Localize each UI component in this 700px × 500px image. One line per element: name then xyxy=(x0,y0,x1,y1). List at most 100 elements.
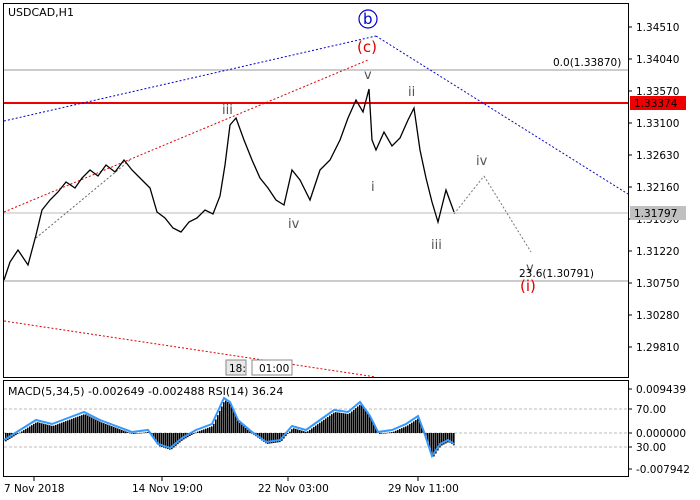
macd-bar xyxy=(89,416,91,433)
macd-bar xyxy=(55,424,57,433)
macd-bar xyxy=(147,432,149,433)
macd-bar xyxy=(401,428,403,433)
macd-bar xyxy=(353,409,355,433)
macd-bar xyxy=(347,413,349,433)
macd-bar xyxy=(115,427,117,433)
macd-bar xyxy=(91,417,93,433)
macd-bar xyxy=(75,417,77,433)
indicator-label: MACD(5,34,5) -0.002649 -0.002488 RSI(14)… xyxy=(8,385,283,398)
macd-bar xyxy=(195,432,197,434)
wave-ii-label: ii xyxy=(408,85,415,100)
macd-bar xyxy=(301,430,303,433)
indicator-axis: 0.009439 70.00 0.000000 30.00 -0.007942 xyxy=(628,384,690,476)
macd-bar xyxy=(193,433,195,434)
macd-bar xyxy=(81,415,83,433)
macd-bar xyxy=(19,432,21,434)
macd-bar xyxy=(45,424,47,433)
macd-bar xyxy=(47,424,49,433)
macd-bar xyxy=(319,422,321,433)
macd-bar xyxy=(49,425,51,433)
chart-window[interactable]: USDCAD,H1 b (c) v iii iv i ii iii iv v (… xyxy=(0,0,700,500)
macd-bar xyxy=(327,417,329,433)
macd-bar xyxy=(197,431,199,433)
macd-bar xyxy=(369,416,371,433)
resistance-tag-text: 1.33374 xyxy=(634,98,678,110)
macd-bar xyxy=(119,429,121,433)
macd-bar xyxy=(93,418,95,433)
macd-bar xyxy=(223,402,225,433)
macd-bar xyxy=(73,418,75,433)
macd-bar xyxy=(127,432,129,433)
macd-bar xyxy=(383,433,385,434)
macd-bar xyxy=(295,428,297,433)
macd-bar xyxy=(109,425,111,433)
macd-bar xyxy=(29,426,31,433)
macd-bar xyxy=(387,432,389,434)
wave-iv-proj-label: iv xyxy=(476,154,488,169)
current-price-tag-text: 1.31797 xyxy=(634,208,677,220)
macd-bar xyxy=(311,428,313,433)
macd-bar xyxy=(205,428,207,433)
macd-bar xyxy=(35,422,37,433)
macd-bar xyxy=(351,411,353,433)
time-tick-label: 22 Nov 03:00 xyxy=(258,483,329,495)
macd-bar xyxy=(403,427,405,433)
time-axis: 7 Nov 2018 14 Nov 19:00 22 Nov 03:00 29 Nov… xyxy=(4,477,459,495)
macd-bar xyxy=(399,429,401,433)
macd-bar xyxy=(291,429,293,433)
macd-bar xyxy=(385,433,387,434)
macd-bar xyxy=(25,428,27,433)
macd-bar xyxy=(63,421,65,433)
price-tick-label: 1.32630 xyxy=(636,150,679,162)
macd-bar xyxy=(289,431,291,433)
macd-bar xyxy=(131,433,133,434)
macd-bar xyxy=(41,423,43,433)
macd-bar xyxy=(367,413,369,433)
macd-bar xyxy=(397,429,399,433)
macd-bar xyxy=(87,415,89,433)
macd-bar xyxy=(349,413,351,433)
macd-bar xyxy=(323,419,325,433)
macd-bar xyxy=(69,419,71,433)
macd-bar xyxy=(211,426,213,433)
wave-i-mid-label: i xyxy=(371,180,375,195)
macd-bar xyxy=(51,425,53,433)
macd-bar xyxy=(85,414,87,433)
macd-bar xyxy=(303,431,305,433)
macd-bar xyxy=(329,415,331,433)
macd-bar xyxy=(103,423,105,433)
indicator-tick-label: 70.00 xyxy=(636,404,666,416)
macd-bar xyxy=(241,424,243,433)
macd-bar xyxy=(219,410,221,433)
macd-bar xyxy=(67,420,69,433)
indicator-tick-label: 0.000000 xyxy=(636,428,686,440)
macd-bar xyxy=(381,433,383,434)
macd-bar xyxy=(405,426,407,433)
macd-bar xyxy=(299,430,301,433)
wave-v-top-label: v xyxy=(364,68,372,83)
macd-bar xyxy=(33,423,35,433)
macd-bar xyxy=(117,428,119,433)
macd-bar xyxy=(83,414,85,433)
macd-bar xyxy=(123,430,125,433)
price-tick-label: 1.30280 xyxy=(636,310,679,322)
macd-bar xyxy=(125,431,127,433)
macd-bar xyxy=(99,421,101,433)
macd-bar xyxy=(365,411,367,433)
wave-iii-low-label: iii xyxy=(431,238,442,253)
macd-bar xyxy=(417,418,419,433)
macd-bar xyxy=(335,412,337,433)
price-tick-label: 1.32160 xyxy=(636,182,679,194)
macd-bar xyxy=(293,428,295,433)
macd-bar xyxy=(97,420,99,433)
macd-bar xyxy=(57,424,59,433)
macd-bar xyxy=(331,414,333,433)
macd-bar xyxy=(217,415,219,433)
macd-bar xyxy=(313,427,315,433)
macd-bar xyxy=(209,427,211,433)
macd-bar xyxy=(121,429,123,433)
macd-bar xyxy=(391,432,393,433)
macd-bar xyxy=(287,433,289,434)
macd-bar xyxy=(409,424,411,433)
macd-bar xyxy=(139,433,141,434)
